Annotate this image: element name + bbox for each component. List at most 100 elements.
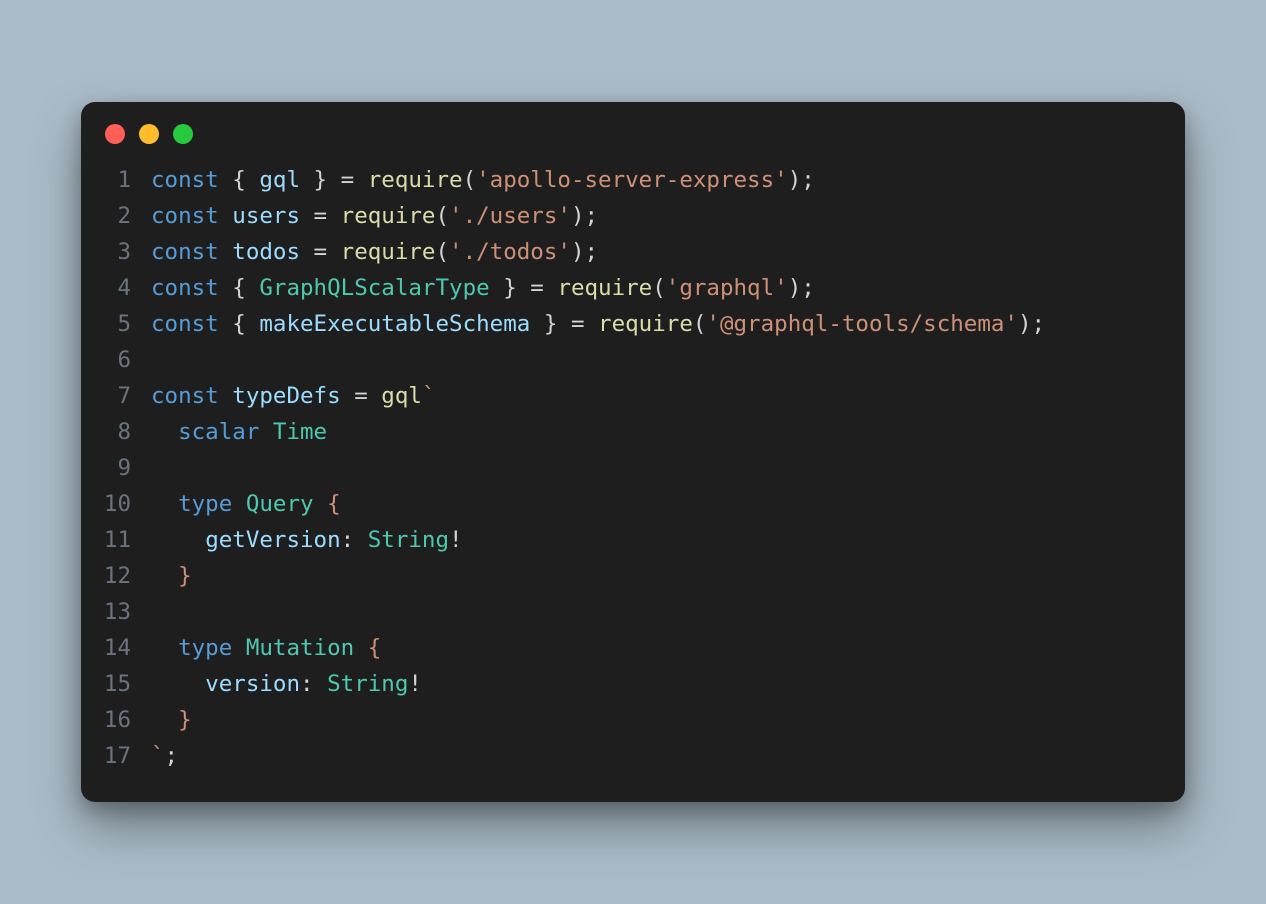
token-kw: type xyxy=(178,635,232,661)
token-kw: const xyxy=(151,239,219,265)
token-punct xyxy=(219,383,233,409)
code-content xyxy=(151,342,189,378)
line-number: 15 xyxy=(81,666,151,702)
token-punct: { xyxy=(219,167,260,193)
token-str: '@graphql-tools/schema' xyxy=(706,311,1018,337)
token-str: 'apollo-server-express' xyxy=(476,167,788,193)
token-punct: ( xyxy=(435,203,449,229)
window-close-button[interactable] xyxy=(105,124,125,144)
token-str: { xyxy=(354,635,381,661)
code-content xyxy=(151,594,189,630)
code-content: } xyxy=(151,558,216,594)
window-minimize-button[interactable] xyxy=(139,124,159,144)
line-number: 11 xyxy=(81,522,151,558)
line-number: 3 xyxy=(81,234,151,270)
line-number: 13 xyxy=(81,594,151,630)
token-punct xyxy=(219,203,233,229)
token-kw: type xyxy=(178,491,232,517)
token-punct: ); xyxy=(788,275,815,301)
token-str: ` xyxy=(151,743,165,769)
token-var: makeExecutableSchema xyxy=(259,311,530,337)
line-number: 17 xyxy=(81,738,151,774)
token-str xyxy=(151,671,205,697)
code-content: const typeDefs = gql` xyxy=(151,378,459,414)
code-area[interactable]: 1const { gql } = require('apollo-server-… xyxy=(81,154,1185,802)
token-str xyxy=(232,635,246,661)
code-line: 3const todos = require('./todos'); xyxy=(81,234,1185,270)
code-content: type Query { xyxy=(151,486,365,522)
token-fn: require xyxy=(598,311,693,337)
code-content: const { gql } = require('apollo-server-e… xyxy=(151,162,839,198)
code-line: 17`; xyxy=(81,738,1185,774)
line-number: 16 xyxy=(81,702,151,738)
token-str: { xyxy=(314,491,341,517)
token-kw: const xyxy=(151,275,219,301)
line-number: 1 xyxy=(81,162,151,198)
token-punct: ! xyxy=(408,671,422,697)
token-var: todos xyxy=(232,239,300,265)
token-punct: ! xyxy=(449,527,463,553)
token-str xyxy=(259,419,273,445)
token-punct: } = xyxy=(300,167,368,193)
token-punct: ); xyxy=(788,167,815,193)
code-line: 7const typeDefs = gql` xyxy=(81,378,1185,414)
code-line: 1const { gql } = require('apollo-server-… xyxy=(81,162,1185,198)
code-line: 12 } xyxy=(81,558,1185,594)
token-kw: const xyxy=(151,383,219,409)
editor-window: 1const { gql } = require('apollo-server-… xyxy=(81,102,1185,802)
code-content: const { makeExecutableSchema } = require… xyxy=(151,306,1069,342)
token-fn: require xyxy=(341,203,436,229)
token-fn: require xyxy=(341,239,436,265)
token-str xyxy=(151,635,178,661)
token-cls: Query xyxy=(246,491,314,517)
window-maximize-button[interactable] xyxy=(173,124,193,144)
token-punct: { xyxy=(219,311,260,337)
code-line: 10 type Query { xyxy=(81,486,1185,522)
code-content: scalar Time xyxy=(151,414,351,450)
token-punct: = xyxy=(300,239,341,265)
token-fn: gql xyxy=(381,383,422,409)
token-var: typeDefs xyxy=(232,383,340,409)
token-kw: const xyxy=(151,203,219,229)
code-line: 5const { makeExecutableSchema } = requir… xyxy=(81,306,1185,342)
code-line: 11 getVersion: String! xyxy=(81,522,1185,558)
code-line: 16 } xyxy=(81,702,1185,738)
token-str: ` xyxy=(422,383,436,409)
token-punct: } = xyxy=(490,275,558,301)
line-number: 14 xyxy=(81,630,151,666)
token-punct: : xyxy=(300,671,327,697)
token-kw: const xyxy=(151,167,219,193)
code-line: 8 scalar Time xyxy=(81,414,1185,450)
line-number: 2 xyxy=(81,198,151,234)
code-line: 14 type Mutation { xyxy=(81,630,1185,666)
code-content: } xyxy=(151,702,216,738)
token-punct: { xyxy=(219,275,260,301)
token-kw: const xyxy=(151,311,219,337)
code-line: 9 xyxy=(81,450,1185,486)
token-var: getVersion xyxy=(205,527,340,553)
line-number: 8 xyxy=(81,414,151,450)
code-line: 6 xyxy=(81,342,1185,378)
code-content: type Mutation { xyxy=(151,630,405,666)
token-str xyxy=(151,419,178,445)
token-str: './users' xyxy=(449,203,571,229)
token-punct: ; xyxy=(165,743,179,769)
token-punct: ); xyxy=(571,239,598,265)
token-str: './todos' xyxy=(449,239,571,265)
line-number: 5 xyxy=(81,306,151,342)
line-number: 9 xyxy=(81,450,151,486)
code-line: 13 xyxy=(81,594,1185,630)
token-punct: ( xyxy=(435,239,449,265)
token-kw: scalar xyxy=(178,419,259,445)
token-cls: Time xyxy=(273,419,327,445)
code-content: const { GraphQLScalarType } = require('g… xyxy=(151,270,839,306)
code-content xyxy=(151,450,189,486)
code-line: 2const users = require('./users'); xyxy=(81,198,1185,234)
token-str: 'graphql' xyxy=(666,275,788,301)
line-number: 7 xyxy=(81,378,151,414)
token-punct: ( xyxy=(693,311,707,337)
token-punct: ); xyxy=(1018,311,1045,337)
line-number: 10 xyxy=(81,486,151,522)
token-str xyxy=(232,491,246,517)
code-content: const todos = require('./todos'); xyxy=(151,234,622,270)
